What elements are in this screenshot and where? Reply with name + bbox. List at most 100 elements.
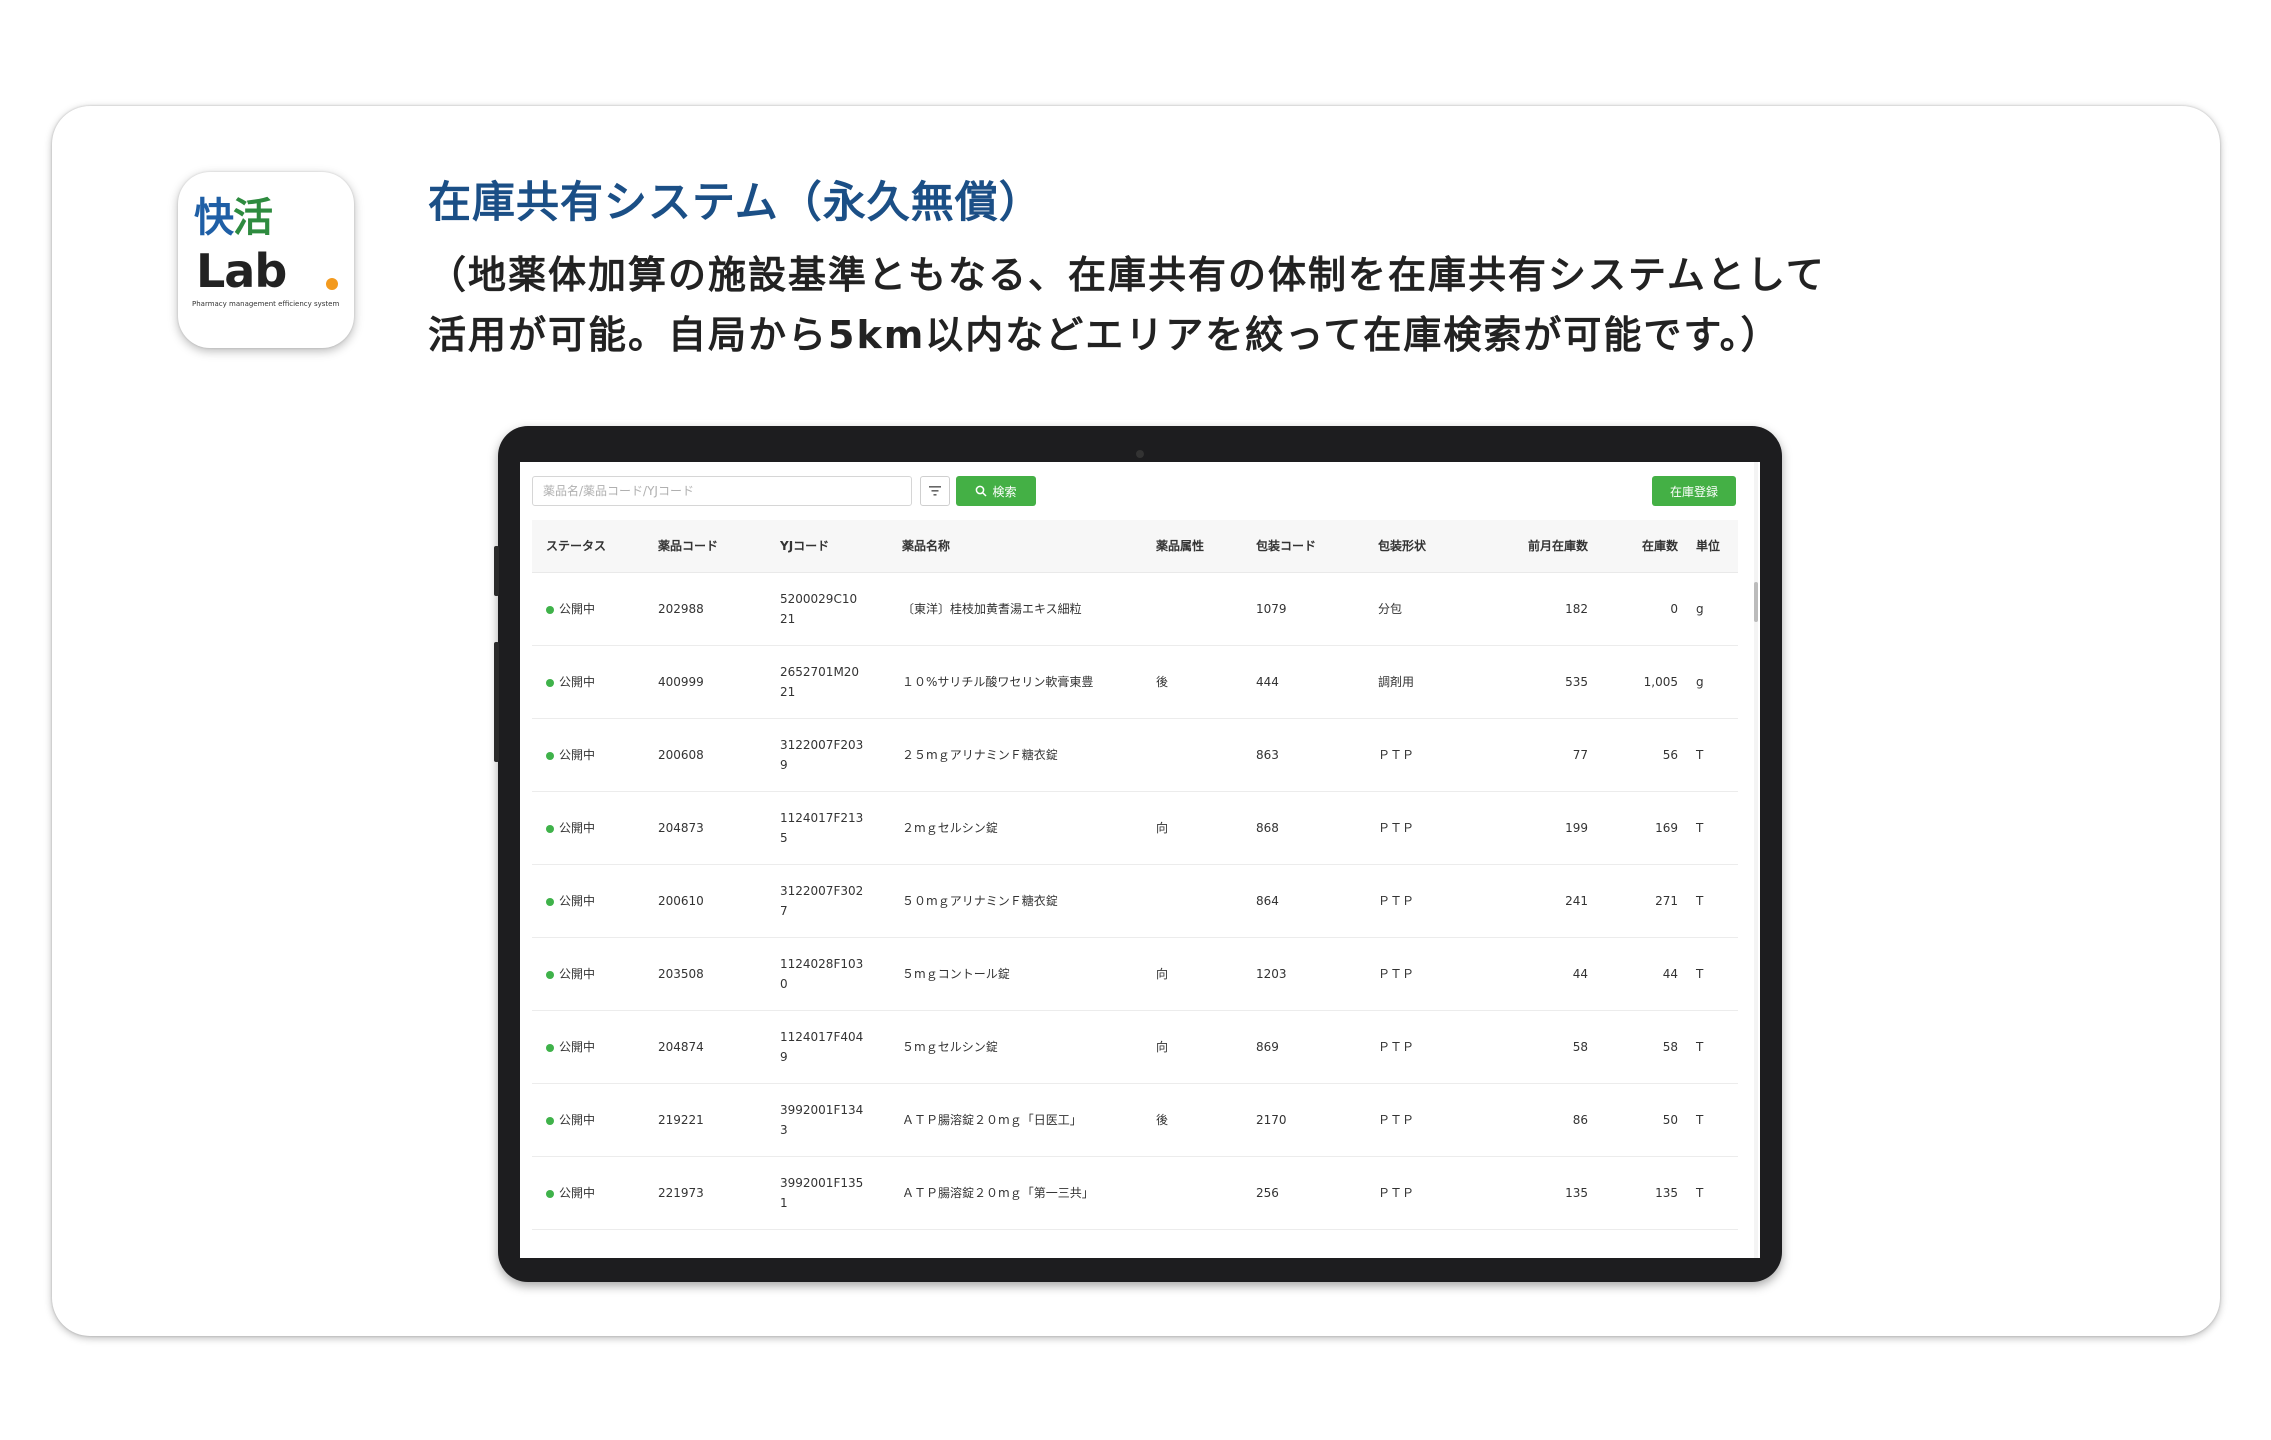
drug-code-cell: 221973 xyxy=(654,1156,776,1230)
column-header[interactable]: 薬品属性 xyxy=(1152,520,1252,573)
drug-code-cell: 202988 xyxy=(654,572,776,646)
package-form-cell: ＰＴＰ xyxy=(1374,1156,1472,1230)
status-badge: 公開中 xyxy=(559,1186,596,1200)
prev-stock-cell: 199 xyxy=(1472,791,1602,865)
package-form-cell: ＰＴＰ xyxy=(1374,937,1472,1011)
yj-code-cell: 1124017F213 5 xyxy=(776,791,898,865)
yj-code-cell: 1124028F103 0 xyxy=(776,937,898,1011)
stock-cell: 58 xyxy=(1602,1010,1692,1084)
register-stock-button[interactable]: 在庫登録 xyxy=(1652,476,1736,506)
drug-name-cell: ５mｇコントール錠 xyxy=(898,937,1152,1011)
status-cell: 公開中 xyxy=(532,718,654,792)
scrollbar-thumb[interactable] xyxy=(1754,582,1758,622)
table-row[interactable]: 公開中 200608 3122007F203 9 ２５mｇアリナミンＦ糖衣錠 863 ＰＴＰ… xyxy=(532,718,1738,792)
tablet-side-button xyxy=(494,642,499,762)
drug-name-cell: ＡＴＰ腸溶錠２０mｇ「日医工」 xyxy=(898,1083,1152,1157)
drug-code-cell: 204873 xyxy=(654,791,776,865)
table-row[interactable]: 公開中 400999 2652701M20 21 １０%サリチル酸ワセリン軟膏東豊後 44… xyxy=(532,645,1738,719)
column-header[interactable]: 薬品コード xyxy=(654,520,776,573)
yj-code-cell: 3992001F135 1 xyxy=(776,1156,898,1230)
package-form-cell: ＰＴＰ xyxy=(1374,1083,1472,1157)
status-badge: 公開中 xyxy=(559,967,596,981)
drug-name-cell: ２５mｇアリナミンＦ糖衣錠 xyxy=(898,718,1152,792)
yj-code-cell: 2652701M20 21 xyxy=(776,645,898,719)
unit-cell: T xyxy=(1692,1156,1738,1230)
package-code-cell: 864 xyxy=(1252,864,1374,938)
drug-attribute-cell xyxy=(1152,1156,1252,1230)
drug-attribute-cell: 向 xyxy=(1152,791,1252,865)
table-row[interactable]: 公開中 204873 1124017F213 5 ２mｇセルシン錠向 868 ＰＴＰ 199 1… xyxy=(532,791,1738,865)
yj-code-cell: 5200029C10 21 xyxy=(776,572,898,646)
status-cell: 公開中 xyxy=(532,1156,654,1230)
search-input[interactable] xyxy=(532,476,912,506)
yj-code-cell: 3122007F302 7 xyxy=(776,864,898,938)
drug-code-cell: 200608 xyxy=(654,718,776,792)
column-header[interactable]: YJコード xyxy=(776,520,898,573)
logo-kana: 快活 xyxy=(194,195,273,241)
app-logo: 快活 Lab Pharmacy management efficiency sy… xyxy=(178,172,354,348)
description-line-1: （地薬体加算の施設基準ともなる、在庫共有の体制を在庫共有システムとして xyxy=(428,253,1826,297)
unit-cell: g xyxy=(1692,572,1738,646)
table-row[interactable]: 公開中 221973 3992001F135 1 ＡＴＰ腸溶錠２０mｇ「第一三共」 256… xyxy=(532,1156,1738,1230)
package-code-cell: 2170 xyxy=(1252,1083,1374,1157)
column-header[interactable]: 薬品名称 xyxy=(898,520,1152,573)
drug-code-cell: 219221 xyxy=(654,1083,776,1157)
drug-name-cell: ２mｇセルシン錠 xyxy=(898,791,1152,865)
package-form-cell: 分包 xyxy=(1374,572,1472,646)
prev-stock-cell: 58 xyxy=(1472,1010,1602,1084)
search-button[interactable]: 検索 xyxy=(956,476,1036,506)
column-header[interactable]: 包装コード xyxy=(1252,520,1374,573)
stock-cell: 169 xyxy=(1602,791,1692,865)
drug-code-cell: 204874 xyxy=(654,1010,776,1084)
status-dot-icon xyxy=(546,1043,554,1052)
stock-cell: 50 xyxy=(1602,1083,1692,1157)
status-cell: 公開中 xyxy=(532,1083,654,1157)
status-badge: 公開中 xyxy=(559,675,596,689)
package-form-cell: ＰＴＰ xyxy=(1374,791,1472,865)
package-code-cell: 444 xyxy=(1252,645,1374,719)
table-body: 公開中 202988 5200029C10 21 〔東洋〕桂枝加黄耆湯エキス細粒 1079… xyxy=(532,572,1738,1230)
stock-cell: 44 xyxy=(1602,937,1692,1011)
prev-stock-cell: 86 xyxy=(1472,1083,1602,1157)
yj-code-cell: 3992001F134 3 xyxy=(776,1083,898,1157)
package-form-cell: ＰＴＰ xyxy=(1374,864,1472,938)
table-header-row: ステータス 薬品コード YJコード 薬品名称 薬品属性 包装コード 包装形状 前月在庫数 在庫数… xyxy=(532,520,1738,573)
drug-attribute-cell: 後 xyxy=(1152,1083,1252,1157)
status-dot-icon xyxy=(546,1116,554,1125)
table-row[interactable]: 公開中 202988 5200029C10 21 〔東洋〕桂枝加黄耆湯エキス細粒 1079… xyxy=(532,572,1738,646)
column-header[interactable]: 在庫数 xyxy=(1602,520,1692,573)
package-code-cell: 869 xyxy=(1252,1010,1374,1084)
column-header[interactable]: ステータス xyxy=(532,520,654,573)
column-header[interactable]: 包装形状 xyxy=(1374,520,1472,573)
status-dot-icon xyxy=(546,824,554,833)
table-row[interactable]: 公開中 200610 3122007F302 7 ５０mｇアリナミンＦ糖衣錠 864 ＰＴＰ… xyxy=(532,864,1738,938)
logo-lab-text: Lab xyxy=(196,244,287,298)
stock-cell: 1,005 xyxy=(1602,645,1692,719)
package-code-cell: 1203 xyxy=(1252,937,1374,1011)
table-row[interactable]: 公開中 204874 1124017F404 9 ５mｇセルシン錠向 869 ＰＴＰ 58 58… xyxy=(532,1010,1738,1084)
drug-name-cell: １０%サリチル酸ワセリン軟膏東豊 xyxy=(898,645,1152,719)
camera-dot xyxy=(1136,450,1144,458)
drug-attribute-cell xyxy=(1152,572,1252,646)
package-code-cell: 1079 xyxy=(1252,572,1374,646)
logo-tagline: Pharmacy management efficiency system xyxy=(192,300,340,308)
filter-button[interactable] xyxy=(920,476,950,506)
unit-cell: g xyxy=(1692,645,1738,719)
table-row[interactable]: 公開中 203508 1124028F103 0 ５mｇコントール錠向 1203 ＰＴＰ 44… xyxy=(532,937,1738,1011)
column-header[interactable]: 単位 xyxy=(1692,520,1738,573)
drug-code-cell: 200610 xyxy=(654,864,776,938)
drug-attribute-cell: 向 xyxy=(1152,1010,1252,1084)
status-cell: 公開中 xyxy=(532,1010,654,1084)
status-badge: 公開中 xyxy=(559,894,596,908)
tablet-side-button xyxy=(494,546,499,596)
stock-cell: 0 xyxy=(1602,572,1692,646)
package-code-cell: 256 xyxy=(1252,1156,1374,1230)
column-header[interactable]: 前月在庫数 xyxy=(1472,520,1602,573)
unit-cell: T xyxy=(1692,1010,1738,1084)
drug-name-cell: ５０mｇアリナミンＦ糖衣錠 xyxy=(898,864,1152,938)
status-cell: 公開中 xyxy=(532,791,654,865)
table-row[interactable]: 公開中 219221 3992001F134 3 ＡＴＰ腸溶錠２０mｇ「日医工」後 217… xyxy=(532,1083,1738,1157)
package-code-cell: 868 xyxy=(1252,791,1374,865)
status-dot-icon xyxy=(546,678,554,687)
drug-attribute-cell: 向 xyxy=(1152,937,1252,1011)
